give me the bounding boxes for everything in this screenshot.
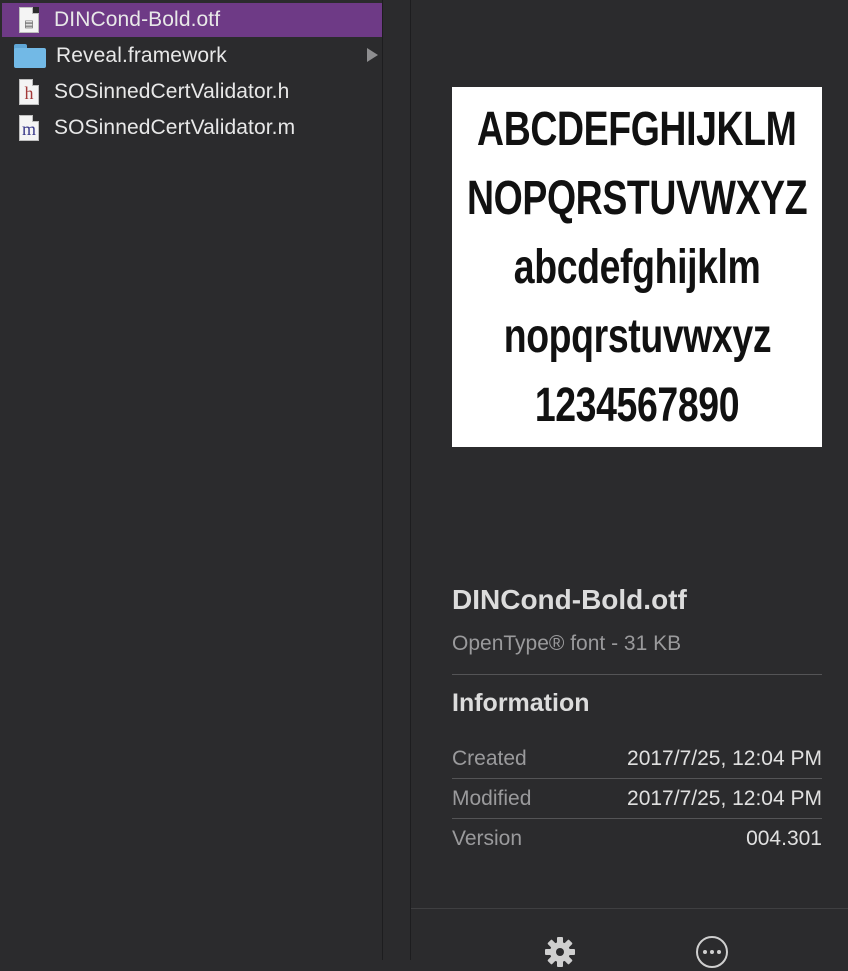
preview-kind: OpenType® font - 31 KB xyxy=(452,632,682,655)
preview-pane: ABCDEFGHIJKLM NOPQRSTUVWXYZ abcdefghijkl… xyxy=(411,0,848,968)
gear-button[interactable] xyxy=(542,935,578,971)
font-sample-image: ABCDEFGHIJKLM NOPQRSTUVWXYZ abcdefghijkl… xyxy=(452,87,822,447)
file-row-header[interactable]: h SOSinnedCertValidator.h xyxy=(2,75,382,109)
header-file-icon: h xyxy=(16,78,42,106)
folder-icon xyxy=(14,42,46,70)
column-divider[interactable] xyxy=(382,0,411,960)
sample-line: nopqrstuvwxyz xyxy=(503,309,771,363)
file-row-implementation[interactable]: m SOSinnedCertValidator.m xyxy=(2,111,382,145)
objc-file-icon: m xyxy=(16,114,42,142)
info-row-created: Created 2017/7/25, 12:04 PM xyxy=(452,739,822,779)
file-name: DINCond-Bold.otf xyxy=(54,8,221,31)
gear-icon xyxy=(545,937,575,967)
info-row-modified: Modified 2017/7/25, 12:04 PM xyxy=(452,779,822,819)
file-name: SOSinnedCertValidator.h xyxy=(54,80,290,103)
action-bar xyxy=(411,908,848,968)
divider xyxy=(452,674,822,675)
info-row-version: Version 004.301 xyxy=(452,819,822,859)
info-value: 004.301 xyxy=(746,827,822,850)
chevron-right-icon[interactable] xyxy=(367,48,378,62)
file-row-reveal-framework[interactable]: Reveal.framework xyxy=(2,39,382,73)
info-key: Created xyxy=(452,747,527,770)
more-button[interactable] xyxy=(694,935,730,971)
info-key: Version xyxy=(452,827,523,850)
information-heading: Information xyxy=(452,689,590,717)
sample-line: NOPQRSTUVWXYZ xyxy=(466,171,808,225)
file-name: SOSinnedCertValidator.m xyxy=(54,116,296,139)
preview-title: DINCond-Bold.otf xyxy=(452,584,687,615)
info-value: 2017/7/25, 12:04 PM xyxy=(627,747,822,770)
more-icon xyxy=(696,936,728,968)
sample-line: ABCDEFGHIJKLM xyxy=(477,102,797,156)
font-file-icon: ▤ xyxy=(16,6,42,34)
file-row-dincond-bold[interactable]: ▤ DINCond-Bold.otf xyxy=(2,3,382,37)
info-value: 2017/7/25, 12:04 PM xyxy=(627,787,822,810)
file-list: ▤ DINCond-Bold.otf Reveal.framework h SO… xyxy=(0,0,382,960)
sample-line: abcdefghijklm xyxy=(513,240,761,294)
sample-line: 1234567890 xyxy=(534,378,740,432)
file-name: Reveal.framework xyxy=(56,44,227,67)
info-key: Modified xyxy=(452,787,532,810)
